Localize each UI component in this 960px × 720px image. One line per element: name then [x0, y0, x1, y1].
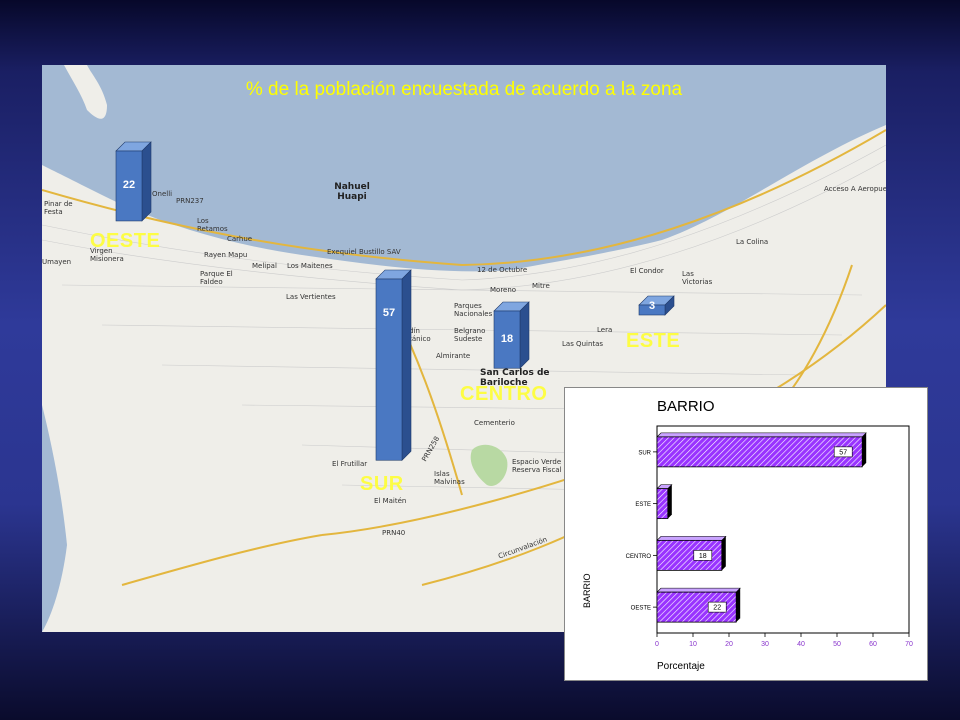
place-label: La Colina: [736, 238, 769, 246]
place-label: Exequiel Bustillo SAV: [327, 248, 401, 256]
bar: [656, 488, 669, 520]
map-title: % de la población encuestada de acuerdo …: [245, 79, 683, 100]
place-label: Carhue: [227, 235, 253, 243]
bar-depth-side: [721, 536, 726, 571]
place-label: Umayen: [42, 258, 72, 266]
bar-depth-side: [736, 588, 741, 623]
place-label: 12 de Octubre: [477, 266, 528, 274]
place-label: Rayen Mapu: [204, 251, 248, 259]
place-label: Lera: [597, 326, 613, 334]
place-label: El Frutillar: [332, 460, 368, 468]
x-tick-label: 40: [797, 641, 805, 648]
map-bar-value-label: 18: [500, 333, 514, 346]
map-bar-oeste: 22: [115, 141, 152, 222]
data-label: 57: [839, 449, 847, 456]
place-label: Mitre: [532, 282, 550, 290]
map-bar-value-label: 22: [122, 179, 136, 192]
place-label: Melipal: [252, 262, 277, 270]
lake-west: [42, 405, 67, 632]
place-label: Pinar de Festa: [44, 200, 73, 216]
category-label: CENTRO: [626, 554, 652, 560]
place-label: Cementerio: [474, 419, 515, 427]
place-label: Islas Malvinas: [434, 470, 465, 486]
place-label: Los Maitenes: [287, 262, 333, 270]
bar-depth-side: [667, 484, 672, 519]
place-label: El Condor: [630, 267, 664, 275]
place-label: Los Retamos: [197, 217, 228, 233]
map-bar-sur: 57: [375, 269, 412, 461]
place-label: Moreno: [490, 286, 517, 294]
data-label: 22: [713, 605, 721, 612]
x-tick-label: 0: [655, 641, 659, 648]
place-label: Las Victorias: [682, 270, 713, 286]
map-bar-este: 3: [638, 295, 675, 316]
x-tick-label: 10: [689, 641, 697, 648]
zone-label-oeste: OESTE: [90, 230, 161, 252]
bar: [656, 436, 863, 468]
place-label: Las Vertientes: [286, 293, 336, 301]
place-label: Nahuel Huapi: [334, 182, 370, 202]
place-label: Parque El Faldeo: [200, 270, 233, 286]
place-label: El Maitén: [374, 497, 407, 505]
place-label: PRN40: [382, 529, 406, 537]
place-label: Almirante: [436, 352, 471, 360]
x-tick-label: 30: [761, 641, 769, 648]
data-label: 18: [699, 553, 707, 560]
place-label: Onelli: [152, 190, 173, 198]
place-label: PRN237: [176, 197, 204, 205]
map-bar-value-label: 57: [382, 306, 396, 319]
bar-depth-top: [656, 536, 727, 541]
x-tick-label: 50: [833, 641, 841, 648]
x-tick-label: 20: [725, 641, 733, 648]
place-label: Espacio Verde Reserva Fiscal: [512, 458, 562, 474]
category-label: SUR: [638, 450, 651, 456]
chart-plot: 0 10 20 30 40 50 60 70 SUR 57 ESTE CENTRO 18 OESTE 22: [626, 425, 913, 648]
map-bar-value-label: 3: [648, 300, 656, 312]
bar-side: [519, 301, 530, 369]
bar-depth-top: [656, 432, 867, 438]
zone-label-centro: CENTRO: [460, 383, 548, 405]
bar-depth-side: [862, 432, 867, 467]
x-tick-label: 60: [869, 641, 877, 648]
x-tick-label: 70: [905, 641, 913, 648]
category-label: ESTE: [635, 502, 651, 508]
bar-depth-top: [656, 587, 741, 593]
zone-label-sur: SUR: [360, 473, 404, 495]
place-label: Las Quintas: [562, 340, 604, 348]
barrio-chart: BARRIO BARRIO Porcentaje 0 10 20 30 40 50 60 70…: [564, 387, 928, 681]
zone-label-este: ESTE: [626, 330, 681, 352]
bar-side: [141, 141, 152, 222]
category-label: OESTE: [631, 606, 651, 612]
map-bar-centro: 18: [493, 301, 530, 369]
bar-side: [401, 269, 412, 461]
place-label: Acceso A Aeropuerto: [824, 185, 886, 193]
